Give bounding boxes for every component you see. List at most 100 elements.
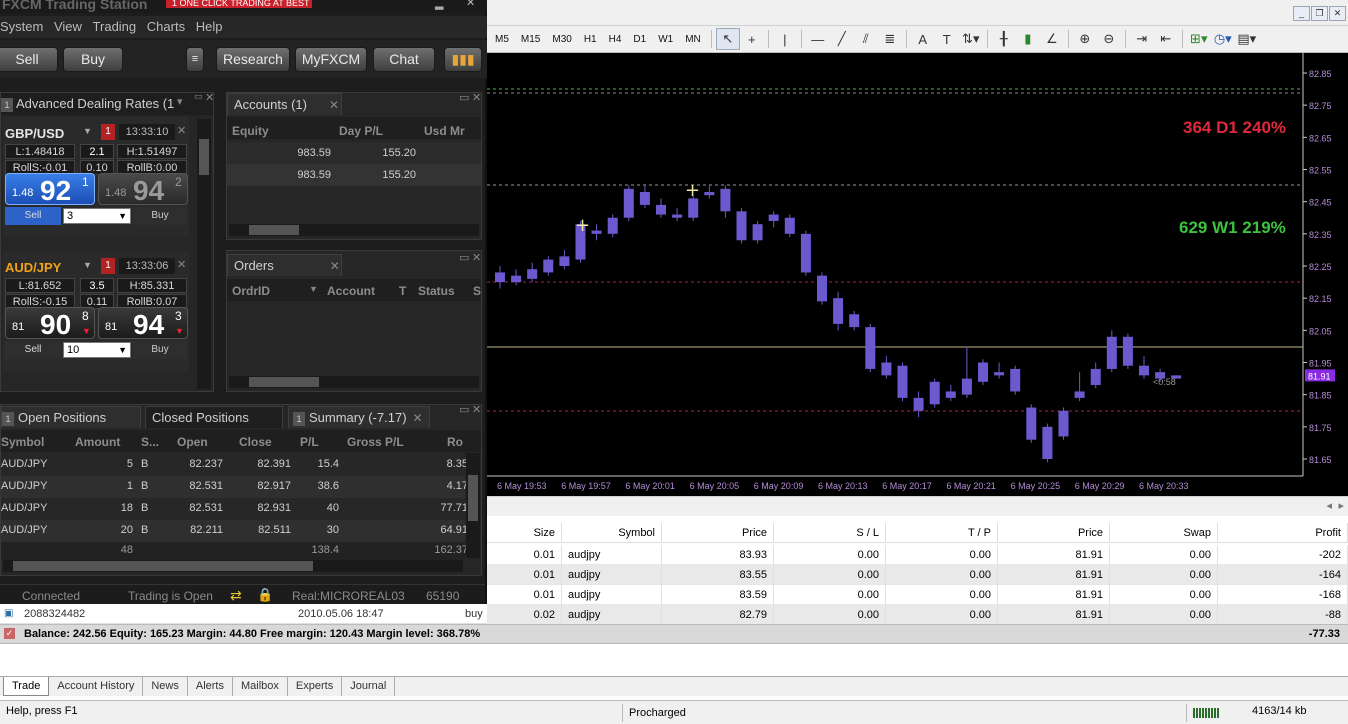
panel-pin-icon[interactable]: 1 xyxy=(1,98,13,112)
sell-button[interactable]: Sell xyxy=(0,47,58,72)
channel-icon[interactable]: ⫽ xyxy=(854,28,878,50)
accounts-tab[interactable]: Accounts (1) ✕ xyxy=(227,93,342,115)
fxcm-close-button[interactable]: ✕ xyxy=(466,0,475,9)
menu-system[interactable]: System xyxy=(0,16,47,34)
col-s[interactable]: S xyxy=(473,284,481,298)
chevron-down-icon[interactable]: ▼ xyxy=(83,126,92,136)
research-button[interactable]: Research xyxy=(216,47,290,72)
buy-price-button[interactable]: 1.48 94 2 xyxy=(98,173,188,206)
timeframe-m15[interactable]: M15 xyxy=(515,29,546,50)
table-row[interactable]: AUD/JPY 5 B 82.237 82.391 15.4 8.35 xyxy=(1,454,468,476)
tab-account-history[interactable]: Account History xyxy=(49,677,144,696)
indicators-icon[interactable]: ⊞▾ xyxy=(1187,28,1211,50)
positions-col[interactable]: Symbol xyxy=(1,435,44,449)
horizontal-line-icon[interactable]: — xyxy=(806,28,830,50)
menu-help[interactable]: Help xyxy=(196,16,227,34)
panel-maximize-icon[interactable]: ▭ xyxy=(194,91,203,102)
chat-button[interactable]: Chat xyxy=(373,47,435,72)
positions-col[interactable]: Open xyxy=(177,435,208,449)
positions-col[interactable]: S... xyxy=(141,435,159,449)
text-label-icon[interactable]: T xyxy=(935,28,959,50)
col-size[interactable]: Size xyxy=(487,523,562,543)
close-icon[interactable]: ✕ xyxy=(177,124,186,137)
chevron-down-icon[interactable]: ▼ xyxy=(83,260,92,270)
col-day-pl[interactable]: Day P/L xyxy=(339,124,383,138)
table-row[interactable]: ▣ 2088324482 2010.05.06 18:47 buy xyxy=(0,604,487,624)
scroll-thumb[interactable] xyxy=(249,225,299,235)
panel-maximize-icon[interactable]: ▭ xyxy=(459,251,469,264)
sell-price-button[interactable]: 1.48 92 1 xyxy=(5,173,95,206)
close-button[interactable]: ✕ xyxy=(1329,6,1346,21)
chart-bars-icon[interactable]: ▮▮▮ xyxy=(444,47,482,72)
buy-price-button[interactable]: 81 94 3 ▼ xyxy=(98,307,188,340)
periods-icon[interactable]: ◷▾ xyxy=(1211,28,1235,50)
pair-symbol[interactable]: GBP/USD xyxy=(5,126,64,141)
positions-col[interactable]: Close xyxy=(239,435,272,449)
scroll-thumb[interactable] xyxy=(468,475,478,521)
fibonacci-icon[interactable]: ≣ xyxy=(878,28,902,50)
col-sl[interactable]: S / L xyxy=(774,523,886,543)
close-icon[interactable]: ✕ xyxy=(330,259,340,273)
pair-symbol[interactable]: AUD/JPY xyxy=(5,260,61,275)
cursor-icon[interactable]: ↖ xyxy=(715,28,740,50)
amount-select[interactable]: 10 ▼ xyxy=(63,342,131,358)
timeframe-h1[interactable]: H1 xyxy=(578,29,603,50)
line-chart-icon[interactable]: ∠ xyxy=(1040,28,1064,50)
sell-price-button[interactable]: 81 90 8 ▼ xyxy=(5,307,95,340)
zoom-in-icon[interactable]: ⊕ xyxy=(1073,28,1097,50)
buy-label[interactable]: Buy xyxy=(133,341,187,359)
scroll-thumb[interactable] xyxy=(249,377,319,387)
price-chart[interactable]: + +82.85 82.75 82.65 82.55 82.45 82.35 82.25 82.… xyxy=(487,53,1348,496)
autoscroll-icon[interactable]: ⇥ xyxy=(1130,28,1154,50)
tab-trade[interactable]: Trade xyxy=(3,677,50,696)
timeframe-w1[interactable]: W1 xyxy=(652,29,679,50)
panel-close-icon[interactable]: ✕ xyxy=(472,251,481,264)
table-row[interactable]: 0.01 audjpy 83.59 0.00 0.00 81.91 0.00 -168 xyxy=(487,585,1348,605)
orders-tab[interactable]: Orders ✕ xyxy=(227,254,342,276)
menu-view[interactable]: View xyxy=(54,16,86,34)
positions-col[interactable]: P/L xyxy=(300,435,319,449)
timeframe-m5[interactable]: M5 xyxy=(489,29,515,50)
tab-experts[interactable]: Experts xyxy=(288,677,343,696)
tab-mailbox[interactable]: Mailbox xyxy=(233,677,288,696)
table-row[interactable]: 983.59 155.20 xyxy=(227,142,481,164)
scroll-thumb[interactable] xyxy=(199,139,209,175)
amount-select[interactable]: 3 ▼ xyxy=(63,208,131,224)
tab-journal[interactable]: Journal xyxy=(342,677,396,696)
pair-badge[interactable]: 1 xyxy=(101,124,115,140)
col-type[interactable]: T xyxy=(399,284,406,298)
col-status[interactable]: Status xyxy=(418,284,455,298)
chart-shift-icon[interactable]: ⇤ xyxy=(1154,28,1178,50)
arrows-icon[interactable]: ⇅▾ xyxy=(959,28,983,50)
chart-scrollbar[interactable]: ◂ ▸ xyxy=(487,496,1348,516)
scroll-left-icon[interactable]: ◂ xyxy=(1326,499,1332,512)
positions-col[interactable]: Ro xyxy=(447,435,463,449)
candlestick-icon[interactable]: ▮ xyxy=(1016,28,1040,50)
tab-news[interactable]: News xyxy=(143,677,188,696)
myfxcm-button[interactable]: MyFXCM xyxy=(295,47,367,72)
menu-trading[interactable]: Trading xyxy=(93,16,141,34)
buy-button[interactable]: Buy xyxy=(63,47,123,72)
fxcm-minimize-button[interactable]: ▂ xyxy=(435,0,443,10)
tab-summary[interactable]: 1 Summary (-7.17) ✕ xyxy=(288,406,430,428)
col-equity[interactable]: Equity xyxy=(232,124,269,138)
timeframe-mn[interactable]: MN xyxy=(679,29,707,50)
col-profit[interactable]: Profit xyxy=(1218,523,1348,543)
crosshair-icon[interactable]: + xyxy=(740,28,764,50)
table-row[interactable]: 0.01 audjpy 83.93 0.00 0.00 81.91 0.00 -202 xyxy=(487,545,1348,565)
list-icon[interactable]: ≡ xyxy=(186,47,204,72)
templates-icon[interactable]: ▤▾ xyxy=(1235,28,1259,50)
menu-charts[interactable]: Charts xyxy=(147,16,189,34)
bar-chart-icon[interactable]: ╂ xyxy=(992,28,1016,50)
positions-col[interactable]: Amount xyxy=(75,435,120,449)
tab-alerts[interactable]: Alerts xyxy=(188,677,233,696)
scroll-right-icon[interactable]: ▸ xyxy=(1338,499,1344,512)
close-icon[interactable]: ✕ xyxy=(177,258,186,271)
col-symbol[interactable]: Symbol xyxy=(562,523,662,543)
chevron-down-icon[interactable]: ▾ xyxy=(177,95,183,108)
promo-banner[interactable]: 1 ONE CLICK TRADING AT BEST xyxy=(166,0,312,8)
vertical-line-icon[interactable]: | xyxy=(773,28,797,50)
sell-label[interactable]: Sell xyxy=(5,341,61,359)
trendline-icon[interactable]: ╱ xyxy=(830,28,854,50)
col-swap[interactable]: Swap xyxy=(1110,523,1218,543)
